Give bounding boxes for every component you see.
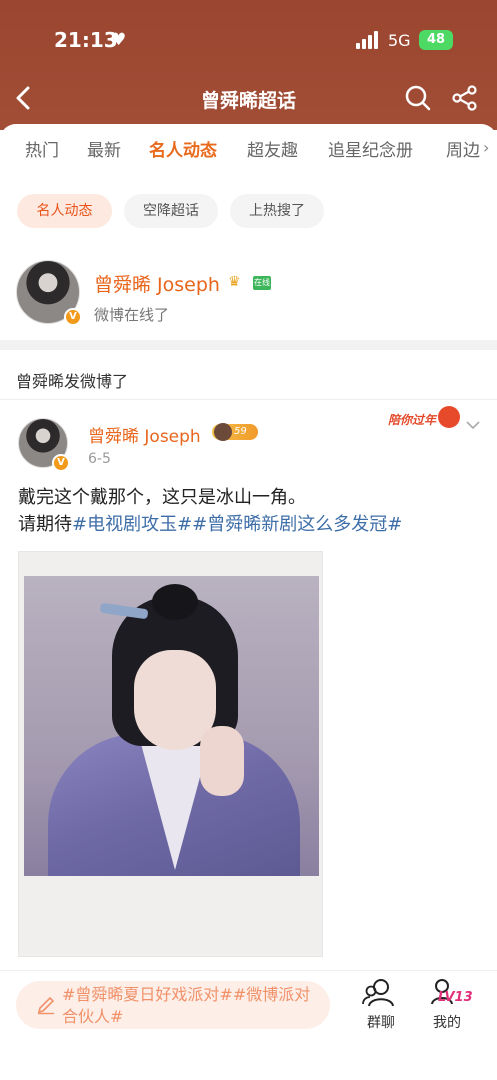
level-badge-icon [214, 423, 232, 441]
chip-celebrity-news[interactable]: 名人动态 [17, 194, 112, 228]
post-verified-badge: V [52, 454, 70, 472]
content-sheet: 热门 最新 名人动态 超友趣 追星纪念册 周边 › 名人动态 空降超话 上热搜了… [0, 124, 497, 1080]
me-label: 我的 [433, 1015, 461, 1031]
tab-star-album[interactable]: 追星纪念册 [328, 136, 413, 161]
celebrity-profile-card[interactable]: V 曾舜晞 Joseph ♛ 在线 微博在线了 [0, 258, 497, 334]
group-chat-button[interactable]: 群聊 [358, 976, 404, 1036]
top-header: 21:13 ♥ 5G 48 曾舜晞超话 [0, 0, 497, 130]
filter-chips: 名人动态 空降超话 上热搜了 [0, 194, 497, 228]
search-icon[interactable] [404, 84, 432, 112]
status-time: 21:13 [54, 28, 118, 52]
post-author[interactable]: 曾舜晞 Joseph [88, 422, 201, 447]
tab-more-icon[interactable]: › [483, 138, 489, 157]
verified-badge: V [64, 308, 82, 326]
post-image[interactable] [18, 551, 323, 957]
chip-airdrop[interactable]: 空降超话 [124, 194, 218, 228]
battery-icon: 48 [419, 30, 453, 50]
pencil-icon [37, 996, 55, 1015]
compose-input[interactable]: #曾舜晞夏日好戏派对##微博派对合伙人# [16, 981, 330, 1029]
section-title: 曾舜晞发微博了 [16, 372, 129, 391]
photo-content [24, 576, 319, 876]
online-badge: 在线 [253, 276, 271, 290]
user-level-badge: LV13 [438, 990, 473, 1005]
signal-icon [356, 31, 380, 49]
post-text-line2: 请期待#电视剧攻玉##曾舜晞新剧这么多发冠# [18, 511, 478, 538]
tab-hot[interactable]: 热门 [25, 136, 59, 161]
festive-icon [438, 406, 460, 428]
hashtag-link[interactable]: #电视剧攻玉# [72, 514, 192, 535]
share-icon[interactable] [452, 85, 478, 111]
profile-subtitle: 微博在线了 [94, 306, 170, 324]
chevron-down-icon[interactable] [466, 420, 480, 430]
network-type: 5G [388, 31, 411, 50]
post-text-prefix: 请期待 [18, 514, 72, 535]
hashtag-link[interactable]: #曾舜晞新剧这么多发冠# [192, 514, 402, 535]
tab-fan-fun[interactable]: 超友趣 [247, 136, 298, 161]
tab-merch[interactable]: 周边 [446, 136, 480, 161]
chip-trending[interactable]: 上热搜了 [230, 194, 324, 228]
post-date: 6-5 [88, 451, 111, 467]
heart-icon: ♥ [111, 30, 127, 50]
me-button[interactable]: LV13 我的 [424, 976, 473, 1036]
group-chat-label: 群聊 [367, 1015, 395, 1031]
nav-bar: 曾舜晞超话 [0, 80, 497, 120]
status-bar: 21:13 ♥ 5G 48 [0, 0, 497, 80]
divider-line [0, 399, 497, 400]
post-text-line1: 戴完这个戴那个，这只是冰山一角。 [18, 487, 306, 508]
profile-name[interactable]: 曾舜晞 Joseph [94, 270, 220, 297]
tab-celebrity-news[interactable]: 名人动态 [149, 136, 217, 161]
section-divider [0, 340, 497, 350]
post-body: 戴完这个戴那个，这只是冰山一角。 请期待#电视剧攻玉##曾舜晞新剧这么多发冠# [18, 484, 478, 538]
festive-badge: 陪你过年 [388, 406, 460, 432]
tab-latest[interactable]: 最新 [87, 136, 121, 161]
bottom-divider [0, 970, 497, 971]
compose-placeholder: #曾舜晞夏日好戏派对##微博派对合伙人# [62, 985, 311, 1026]
tab-bar: 热门 最新 名人动态 超友趣 追星纪念册 周边 › [0, 136, 497, 176]
crown-icon: ♛ [228, 274, 241, 290]
group-chat-icon [362, 979, 394, 1007]
festive-text: 陪你过年 [388, 413, 437, 427]
